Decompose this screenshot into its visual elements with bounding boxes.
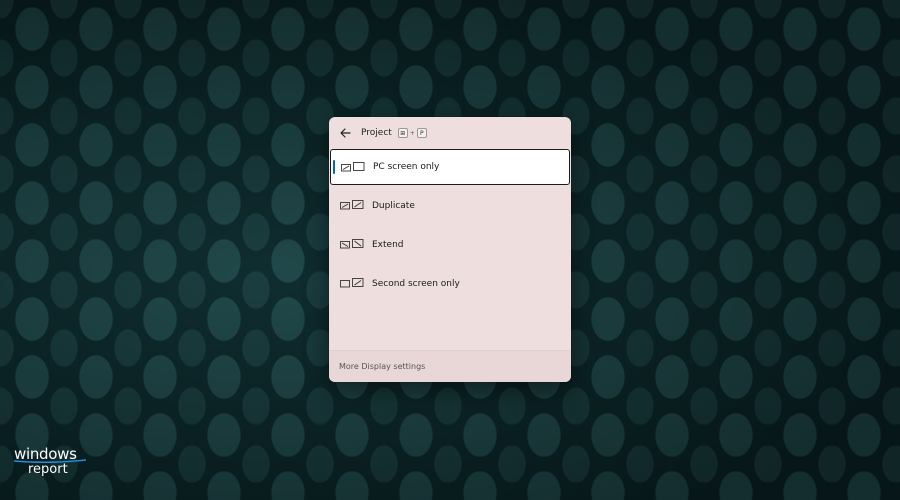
option-second-screen-only[interactable]: Second screen only	[329, 265, 571, 302]
shortcut-plus: +	[409, 129, 415, 137]
more-display-settings-link[interactable]: More Display settings	[339, 362, 425, 371]
back-arrow-icon[interactable]	[338, 126, 352, 140]
logo-text-report: report	[28, 462, 68, 477]
keyboard-shortcut-hint: ⊞ + P	[397, 128, 427, 138]
option-label: Second screen only	[372, 278, 460, 289]
option-duplicate[interactable]: Duplicate	[329, 187, 571, 224]
option-pc-screen-only[interactable]: PC screen only	[330, 149, 570, 185]
project-flyout: Project ⊞ + P PC screen only Duplicate E…	[329, 117, 571, 382]
option-label: Duplicate	[372, 200, 415, 211]
second-screen-only-icon	[340, 278, 364, 290]
option-label: Extend	[372, 239, 404, 250]
option-label: PC screen only	[373, 162, 440, 172]
windows-key-icon: ⊞	[397, 128, 408, 138]
p-key: P	[416, 128, 427, 138]
flyout-footer: More Display settings	[329, 350, 571, 382]
duplicate-icon	[340, 200, 364, 212]
pc-screen-only-icon	[341, 161, 365, 173]
option-extend[interactable]: Extend	[329, 226, 571, 263]
projection-options-list: PC screen only Duplicate Extend Second s…	[329, 149, 571, 304]
flyout-header: Project ⊞ + P	[329, 117, 571, 149]
flyout-title: Project	[361, 128, 392, 138]
desktop-background: Project ⊞ + P PC screen only Duplicate E…	[0, 0, 900, 500]
extend-icon	[340, 239, 364, 251]
logo-swoosh-icon	[14, 459, 86, 463]
windows-report-logo: windows report	[14, 447, 86, 477]
